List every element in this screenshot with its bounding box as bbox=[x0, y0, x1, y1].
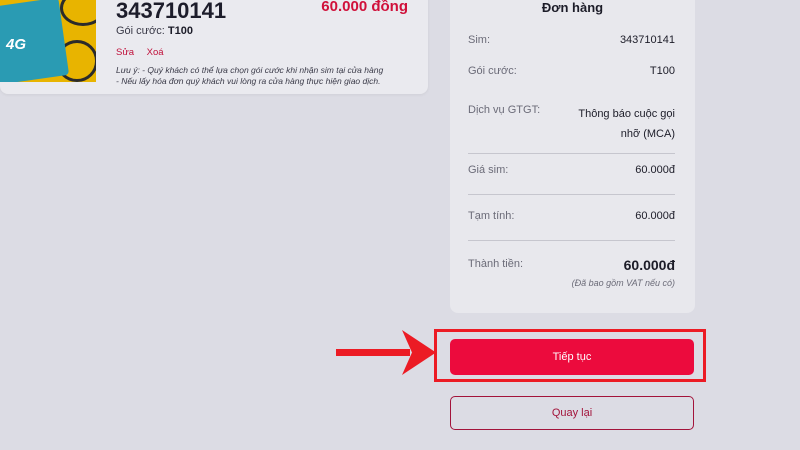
sim-plan-label: Gói cước: bbox=[116, 25, 165, 37]
sim-note: Lưu ý: - Quý khách có thể lựa chọn gói c… bbox=[116, 65, 383, 87]
sim-label: Sim: bbox=[468, 34, 490, 46]
sim-price-label: Giá sim: bbox=[468, 164, 509, 176]
subtotal-value: 60.000đ bbox=[635, 210, 675, 222]
plan-label: Gói cước: bbox=[468, 65, 517, 77]
vas-value: Thông báo cuộc gọi nhỡ (MCA) bbox=[578, 104, 675, 144]
annotation-arrow-icon bbox=[336, 330, 436, 375]
sim-actions: Sửa Xoá bbox=[116, 47, 174, 58]
back-button[interactable]: Quay lại bbox=[450, 396, 694, 430]
sim-product-image: 4G bbox=[0, 0, 96, 82]
decor-swirl bbox=[60, 0, 96, 26]
order-summary-panel: Đơn hàng Sim: 343710141 Gói cước: T100 D… bbox=[450, 0, 695, 313]
plan-value: T100 bbox=[649, 65, 675, 77]
sim-price-value: 60.000đ bbox=[635, 164, 675, 176]
delete-link[interactable]: Xoá bbox=[147, 47, 164, 58]
edit-link[interactable]: Sửa bbox=[116, 47, 134, 58]
subtotal-label: Tạm tính: bbox=[468, 210, 515, 222]
annotation-highlight-box bbox=[434, 329, 706, 382]
sim-plan: Gói cước: T100 bbox=[116, 25, 193, 37]
order-title: Đơn hàng bbox=[541, 0, 604, 15]
vat-note: (Đã bao gồm VAT nếu có) bbox=[571, 278, 675, 288]
vas-value-line: Thông báo cuộc gọi bbox=[578, 108, 675, 120]
sim-note-line: - Nếu lấy hóa đơn quý khách vui lòng ra … bbox=[116, 76, 381, 86]
divider bbox=[468, 194, 675, 195]
sim-plan-value: T100 bbox=[167, 25, 193, 37]
sim-price: 60.000 đồng bbox=[321, 0, 408, 15]
divider bbox=[468, 240, 675, 241]
sim-number: 343710141 bbox=[116, 0, 227, 23]
sim-value: 343710141 bbox=[619, 34, 675, 46]
divider bbox=[468, 153, 675, 154]
sim-item-card: 4G 343710141 60.000 đồng Gói cước: T100 … bbox=[0, 0, 428, 94]
total-label: Thành tiền: bbox=[468, 258, 524, 270]
vas-label: Dịch vụ GTGT: bbox=[468, 104, 541, 116]
total-value: 60.000đ bbox=[623, 257, 675, 273]
sim-4g-badge: 4G bbox=[6, 36, 27, 53]
vas-value-line: nhỡ (MCA) bbox=[620, 128, 675, 140]
sim-note-line: Lưu ý: - Quý khách có thể lựa chọn gói c… bbox=[116, 65, 384, 75]
